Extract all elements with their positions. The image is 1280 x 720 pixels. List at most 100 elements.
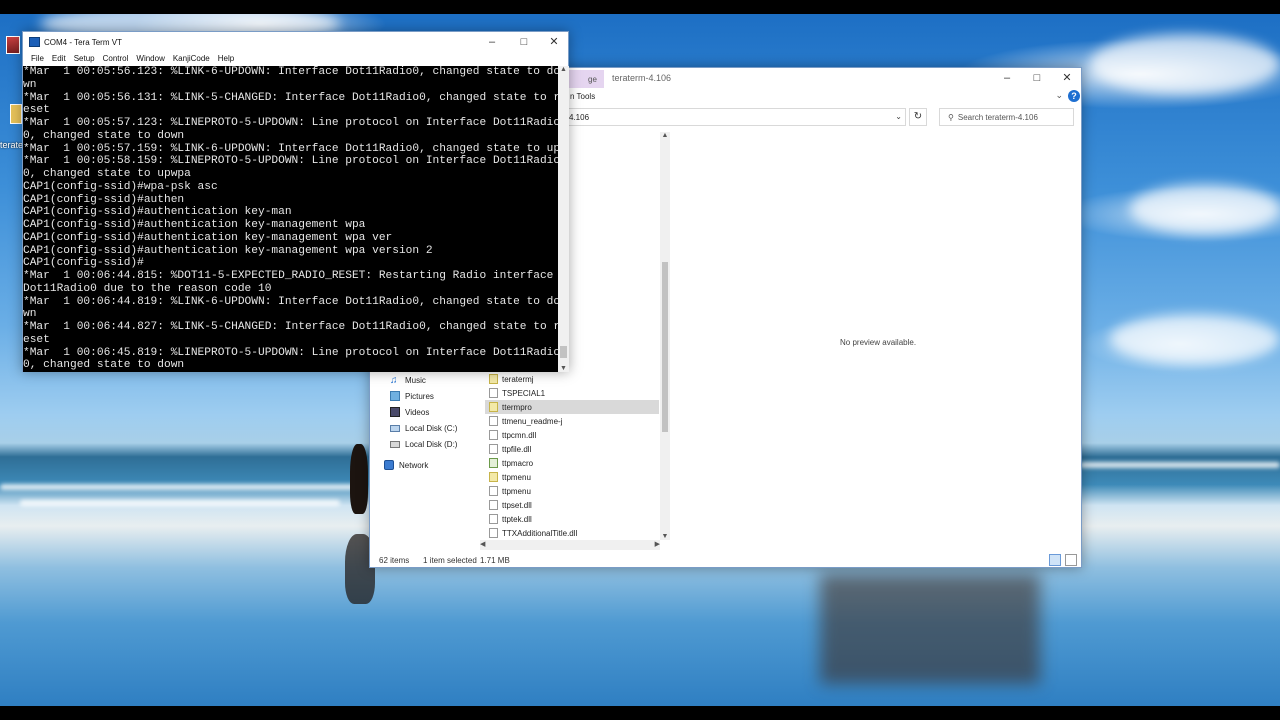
file-name: TSPECIAL1 [502,388,546,398]
terminal-console[interactable]: *Mar 1 00:05:56.123: %LINK-6-UPDOWN: Int… [23,66,558,372]
file-tspecial1[interactable]: TSPECIAL1 [485,386,659,400]
selection-status: 1 item selected [423,556,477,565]
menu-help[interactable]: Help [214,52,238,66]
menu-control[interactable]: Control [99,52,133,66]
nav-item-pictures[interactable]: Pictures [390,389,434,403]
file-name: ttptek.dll [502,514,532,524]
file-ttpmacro[interactable]: ttpmacro [485,456,659,470]
file-ttpmenu[interactable]: ttpmenu [485,484,659,498]
application-tools-tab[interactable]: n Tools [570,92,595,101]
nav-item-label: Music [405,375,426,385]
teraterm-window[interactable]: COM4 - Tera Term VT – □ ✕ File Edit Setu… [22,31,569,372]
teraterm-app-icon [29,37,40,47]
manage-tab[interactable]: ge [568,70,604,88]
teraterm-titlebar[interactable]: COM4 - Tera Term VT – □ ✕ [23,32,568,52]
wave [20,500,340,506]
terminal-line: CAP1(config-ssid)#authentication key-man… [23,219,366,231]
wave [1080,462,1280,468]
terminal-line: 0, changed state to upwpa [23,168,191,180]
file-name: ttmenu_readme-j [502,416,563,426]
file-name: ttpmenu [502,486,531,496]
menu-file[interactable]: File [27,52,48,66]
file-ttxadditionaltitle-dll[interactable]: TTXAdditionalTitle.dll [485,526,659,540]
selection-size: 1.71 MB [480,556,510,565]
chevron-down-icon[interactable]: ⌄ [895,112,902,121]
maximize-button[interactable]: □ [517,35,531,49]
scrollbar-thumb[interactable] [560,346,567,358]
window-title: teraterm-4.106 [612,73,672,83]
drive-icon [390,424,400,432]
maximize-button[interactable]: □ [1030,71,1044,85]
close-button[interactable]: ✕ [1060,71,1074,85]
file-icon [489,430,498,440]
nav-item-label: Local Disk (C:) [405,423,458,433]
file-icon [489,416,498,426]
minimize-button[interactable]: – [485,35,499,49]
nav-item-music[interactable]: ♫ Music [390,373,426,387]
cloud [1110,314,1280,364]
menu-edit[interactable]: Edit [48,52,70,66]
terminal-line: eset [23,104,50,117]
file-name: ttpset.dll [502,500,532,510]
file-ttpset-dll[interactable]: ttpset.dll [485,498,659,512]
nav-item-videos[interactable]: Videos [390,405,429,419]
cliff-reflection [820,574,1040,684]
file-ttpfile-dll[interactable]: ttpfile.dll [485,442,659,456]
horizontal-scrollbar[interactable]: ◀ ▶ [480,540,660,550]
close-button[interactable]: ✕ [547,35,561,49]
file-ttptek-dll[interactable]: ttptek.dll [485,512,659,526]
file-ttmenu-readme-j[interactable]: ttmenu_readme-j [485,414,659,428]
terminal-line: *Mar 1 00:05:58.159: %LINEPROTO-5-UPDOWN… [23,155,558,168]
nav-item-local-disk-d[interactable]: Local Disk (D:) [390,437,457,451]
file-teratermj[interactable]: teratermj [485,372,659,386]
runner-silhouette [350,444,368,514]
scrollbar-thumb[interactable] [662,262,668,432]
scroll-up-icon[interactable]: ▲ [660,132,670,139]
file-icon [489,402,498,412]
scroll-down-icon[interactable]: ▼ [558,365,569,372]
nav-item-local-disk-c[interactable]: Local Disk (C:) [390,421,457,435]
file-name: ttermpro [502,402,532,412]
help-icon[interactable]: ? [1068,90,1080,102]
file-list-scrollbar[interactable]: ▲ ▼ [660,132,670,540]
terminal-line: CAP1(config-ssid)#authentication key-man… [23,244,433,257]
chevron-down-icon[interactable]: ⌄ [1055,90,1063,101]
refresh-button[interactable]: ↻ [909,108,927,126]
search-placeholder: Search teraterm-4.106 [957,113,1038,122]
file-name: ttpcmn.dll [502,430,537,440]
file-ttermpro[interactable]: ttermpro [485,400,659,414]
terminal-line: *Mar 1 00:06:44.819: %LINK-6-UPDOWN: Int… [23,295,558,308]
menu-window[interactable]: Window [132,52,168,66]
address-bar[interactable]: 4.106 ⌄ [568,108,906,126]
scroll-right-icon[interactable]: ▶ [655,540,660,548]
nav-item-label: Network [399,460,429,470]
scroll-left-icon[interactable]: ◀ [480,540,485,548]
desktop-shortcut-label: terate [0,140,24,150]
terminal-scrollbar[interactable]: ▲ ▼ [558,66,569,372]
nav-item-network[interactable]: Network [384,458,428,472]
scroll-down-icon[interactable]: ▼ [660,533,670,540]
terminal-line: CAP1(config-ssid)#authen [23,193,185,206]
minimize-button[interactable]: – [1000,71,1014,85]
menu-setup[interactable]: Setup [70,52,99,66]
file-ttpmenu[interactable]: ttpmenu [485,470,659,484]
terminal-line: *Mar 1 00:05:56.123: %LINK-6-UPDOWN: Int… [23,66,558,78]
file-name: TTXAdditionalTitle.dll [502,528,578,538]
details-view-icon[interactable] [1049,554,1061,566]
search-input[interactable]: ⚲ Search teraterm-4.106 [939,108,1074,126]
desktop-shortcut[interactable]: terate [0,34,23,150]
file-list: teratermj TSPECIAL1 ttermpro ttmenu_read… [485,368,661,540]
file-icon [489,528,498,538]
music-icon: ♫ [390,375,398,386]
network-icon [384,460,394,470]
pictures-icon [390,391,400,401]
large-icons-view-icon[interactable] [1065,554,1077,566]
terminal-line: *Mar 1 00:05:57.123: %LINEPROTO-5-UPDOWN… [23,117,558,129]
menu-kanjicode[interactable]: KanjiCode [169,52,214,66]
scroll-up-icon[interactable]: ▲ [558,66,569,73]
terminal-line: *Mar 1 00:05:57.159: %LINK-6-UPDOWN: Int… [23,142,558,155]
terminal-line: Dot11Radio0 due to the reason code 10 [23,282,272,295]
file-ttpcmn-dll[interactable]: ttpcmn.dll [485,428,659,442]
wave [0,484,360,490]
archive-icon [6,36,20,54]
